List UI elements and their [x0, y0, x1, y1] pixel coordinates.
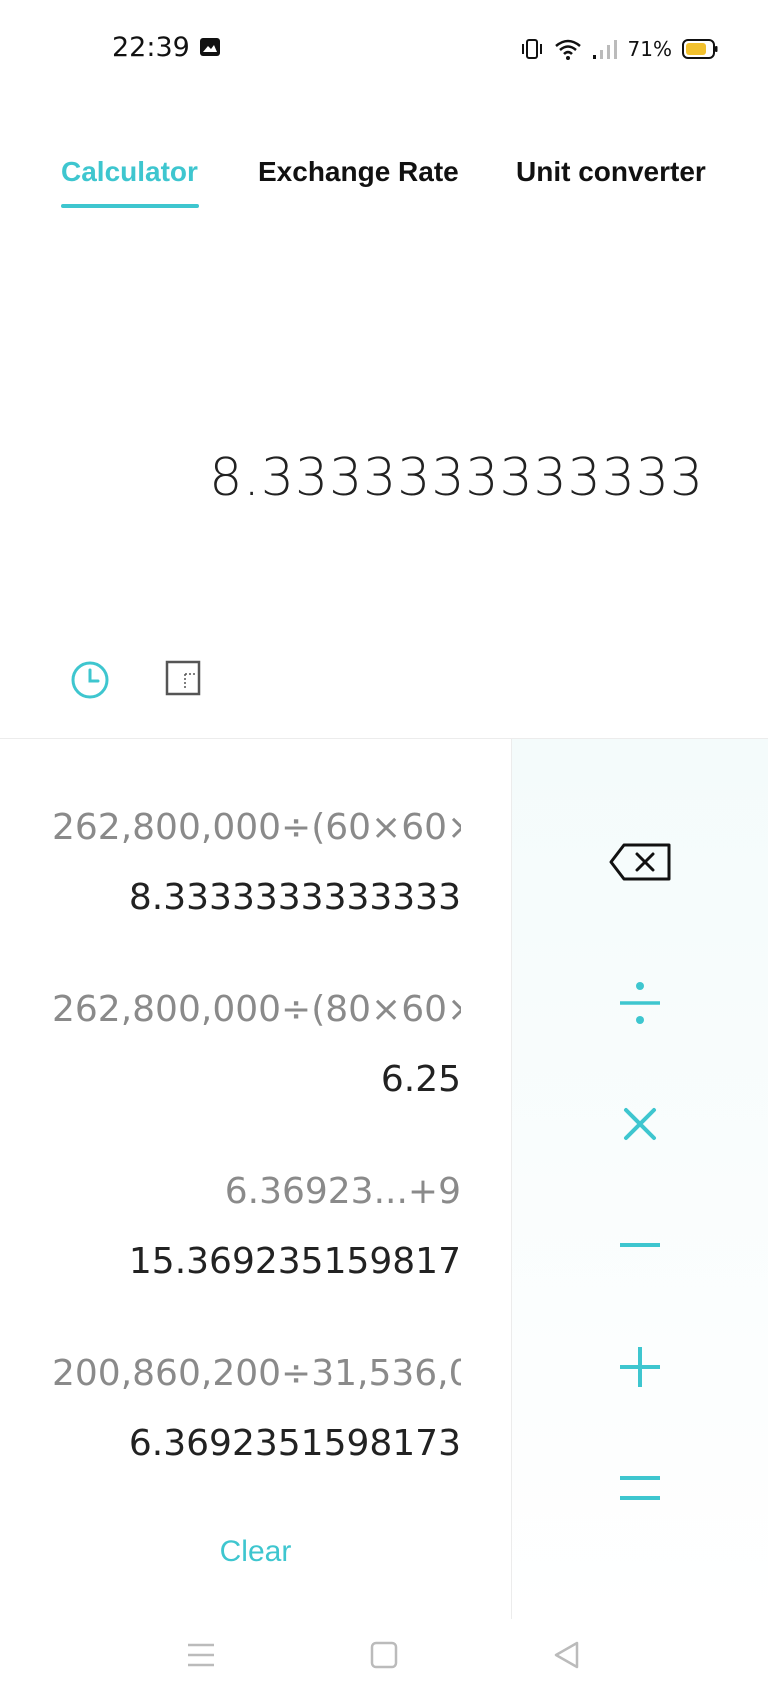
history-expression: 262,800,000÷(60×60×24	[52, 807, 461, 848]
equals-icon	[620, 1476, 660, 1500]
clear-history-button[interactable]: Clear	[0, 1535, 511, 1569]
multiply-button[interactable]	[598, 1094, 682, 1154]
tab-calculator[interactable]: Calculator	[61, 156, 198, 188]
status-indicators: 71%	[520, 34, 718, 64]
vibrate-icon	[521, 39, 542, 59]
minus-button[interactable]	[598, 1215, 682, 1275]
history-expression: 6.36923...+9	[224, 1171, 461, 1212]
status-bar: 22:39 71%	[0, 0, 768, 100]
history-result: 8.3333333333333	[128, 877, 461, 918]
backspace-icon	[609, 843, 671, 881]
tab-unit-converter[interactable]: Unit converter	[516, 156, 706, 188]
equals-button[interactable]	[598, 1458, 682, 1518]
history-expression: 200,860,200÷31,536,000	[52, 1353, 461, 1394]
divide-icon	[620, 982, 660, 1024]
back-icon[interactable]	[552, 1640, 580, 1670]
minus-icon	[620, 1243, 660, 1247]
history-result: 15.369235159817	[128, 1241, 461, 1282]
multiply-icon	[624, 1108, 656, 1140]
battery-percent: 71%	[627, 37, 672, 61]
history-clock-icon[interactable]	[70, 660, 110, 700]
image-icon	[200, 38, 220, 56]
wifi-icon	[554, 39, 581, 60]
home-icon[interactable]	[370, 1640, 398, 1670]
active-tab-indicator	[61, 204, 199, 208]
mode-tabs: Calculator Exchange Rate Unit converter	[0, 150, 768, 220]
history-expression: 262,800,000÷(80×60×24	[52, 989, 461, 1030]
menu-icon[interactable]	[186, 1640, 216, 1670]
history-list: 262,800,000÷(60×60×24 8.3333333333333 26…	[0, 739, 511, 1619]
divide-button[interactable]	[598, 973, 682, 1033]
status-time: 22:39	[112, 32, 190, 63]
signal-icon	[592, 40, 617, 59]
backspace-button[interactable]	[598, 832, 682, 892]
battery-icon	[682, 39, 718, 59]
tab-exchange-rate[interactable]: Exchange Rate	[258, 156, 459, 188]
scientific-toggle-icon[interactable]	[165, 660, 201, 696]
history-result: 6.3692351598173	[128, 1423, 461, 1464]
history-result: 6.25	[380, 1059, 461, 1100]
result-display: 8.3333333333333	[209, 448, 704, 508]
plus-icon	[620, 1347, 660, 1387]
plus-button[interactable]	[598, 1337, 682, 1397]
